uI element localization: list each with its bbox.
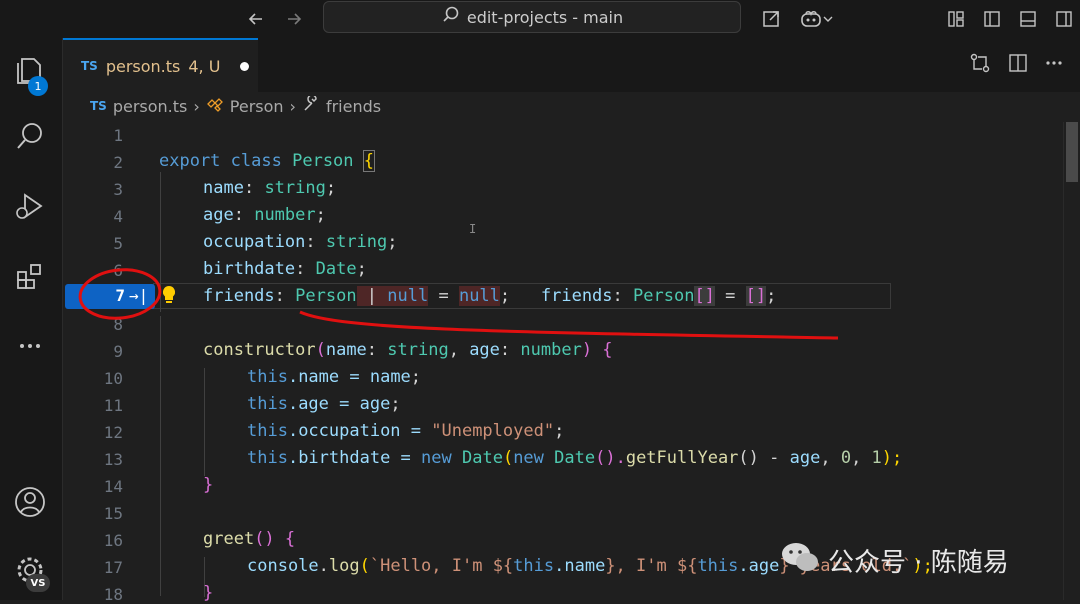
annotation-underline <box>299 310 839 340</box>
wechat-icon <box>780 540 820 581</box>
watermark-text: 公众号 · 陈随易 <box>828 548 1009 578</box>
watermark: 公众号 · 陈随易 <box>780 540 1009 581</box>
red-annotation-overlay <box>78 268 839 340</box>
annotation-circle <box>78 268 162 320</box>
